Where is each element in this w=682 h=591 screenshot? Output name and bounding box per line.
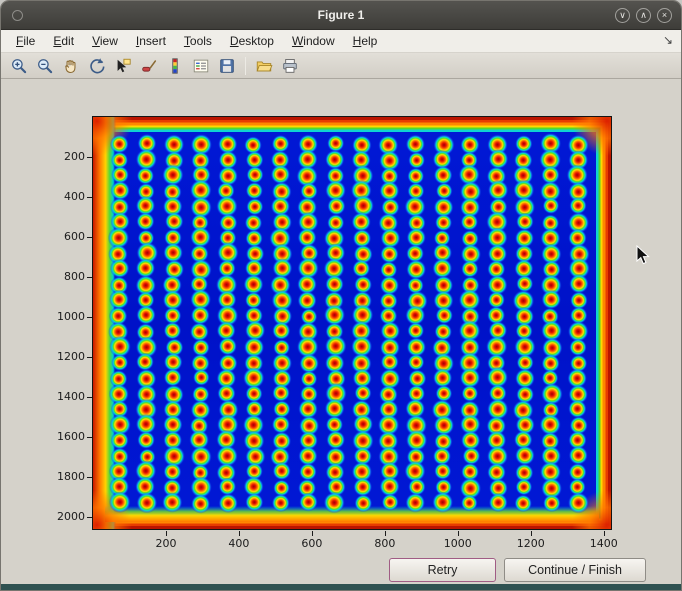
rotate-3d-button[interactable] xyxy=(85,55,109,77)
y-tick-label: 1200 xyxy=(1,350,85,363)
minimize-button[interactable]: ∨ xyxy=(615,8,630,23)
y-tick-mark xyxy=(87,197,92,198)
menu-desktop[interactable]: Desktop xyxy=(221,31,283,51)
y-tick-mark xyxy=(87,397,92,398)
open-folder-icon xyxy=(255,57,273,75)
y-tick-label: 200 xyxy=(1,150,85,163)
menubar: File Edit View Insert Tools Desktop Wind… xyxy=(1,30,681,53)
x-tick-mark xyxy=(166,531,167,536)
figure-canvas-area: Retry Continue / Finish 200 400 600 800 1000… xyxy=(1,79,681,586)
menu-insert[interactable]: Insert xyxy=(127,31,175,51)
x-tick-label: 600 xyxy=(301,537,322,550)
y-tick-mark xyxy=(87,157,92,158)
y-tick-mark xyxy=(87,437,92,438)
legend-icon xyxy=(192,57,210,75)
menu-file[interactable]: File xyxy=(7,31,44,51)
x-tick-mark xyxy=(458,531,459,536)
y-tick-label: 1400 xyxy=(1,390,85,403)
x-tick-label: 1200 xyxy=(517,537,545,550)
y-tick-label: 1800 xyxy=(1,470,85,483)
x-tick-mark xyxy=(312,531,313,536)
x-tick-label: 400 xyxy=(228,537,249,550)
titlebar[interactable]: Figure 1 ∨ ∧ × xyxy=(1,1,681,30)
pan-button[interactable] xyxy=(59,55,83,77)
plot-image[interactable] xyxy=(93,117,611,529)
y-tick-mark xyxy=(87,357,92,358)
x-tick-label: 800 xyxy=(374,537,395,550)
x-tick-mark xyxy=(531,531,532,536)
y-tick-label: 800 xyxy=(1,270,85,283)
zoom-in-button[interactable] xyxy=(7,55,31,77)
save-figure-button[interactable] xyxy=(215,55,239,77)
save-icon xyxy=(218,57,236,75)
zoom-out-icon xyxy=(36,57,54,75)
insert-colorbar-button[interactable] xyxy=(163,55,187,77)
x-tick-label: 1000 xyxy=(444,537,472,550)
y-tick-label: 2000 xyxy=(1,510,85,523)
dock-figure-icon[interactable]: ↘ xyxy=(663,33,673,47)
figure-window: Figure 1 ∨ ∧ × File Edit View Insert Too… xyxy=(0,0,682,591)
insert-legend-button[interactable] xyxy=(189,55,213,77)
continue-finish-button[interactable]: Continue / Finish xyxy=(504,558,646,582)
menu-window[interactable]: Window xyxy=(283,31,344,51)
data-cursor-button[interactable] xyxy=(111,55,135,77)
y-tick-label: 600 xyxy=(1,230,85,243)
y-tick-mark xyxy=(87,277,92,278)
y-tick-mark xyxy=(87,317,92,318)
brush-button[interactable] xyxy=(137,55,161,77)
y-tick-label: 400 xyxy=(1,190,85,203)
x-tick-label: 1400 xyxy=(590,537,618,550)
rotate-3d-icon xyxy=(88,57,106,75)
y-tick-mark xyxy=(87,517,92,518)
desktop: Figure 1 ∨ ∧ × File Edit View Insert Too… xyxy=(0,0,682,591)
menu-view[interactable]: View xyxy=(83,31,127,51)
close-button[interactable]: × xyxy=(657,8,672,23)
pan-hand-icon xyxy=(62,57,80,75)
retry-button[interactable]: Retry xyxy=(389,558,496,582)
window-controls: ∨ ∧ × xyxy=(615,8,672,23)
plot-axes xyxy=(92,116,612,530)
figure-toolbar xyxy=(1,53,681,79)
window-bottom-border xyxy=(1,584,681,590)
menu-tools[interactable]: Tools xyxy=(175,31,221,51)
maximize-button[interactable]: ∧ xyxy=(636,8,651,23)
x-tick-mark xyxy=(385,531,386,536)
data-cursor-icon xyxy=(114,57,132,75)
zoom-out-button[interactable] xyxy=(33,55,57,77)
zoom-in-icon xyxy=(10,57,28,75)
open-file-button[interactable] xyxy=(252,55,276,77)
y-tick-mark xyxy=(87,237,92,238)
y-tick-mark xyxy=(87,477,92,478)
x-tick-mark xyxy=(604,531,605,536)
toolbar-separator xyxy=(245,57,246,75)
y-tick-label: 1000 xyxy=(1,310,85,323)
menu-help[interactable]: Help xyxy=(344,31,387,51)
brush-icon xyxy=(140,57,158,75)
colorbar-icon xyxy=(166,57,184,75)
y-tick-label: 1600 xyxy=(1,430,85,443)
menu-edit[interactable]: Edit xyxy=(44,31,83,51)
print-figure-button[interactable] xyxy=(278,55,302,77)
x-tick-label: 200 xyxy=(155,537,176,550)
x-tick-mark xyxy=(239,531,240,536)
print-icon xyxy=(281,57,299,75)
window-title: Figure 1 xyxy=(1,8,681,22)
